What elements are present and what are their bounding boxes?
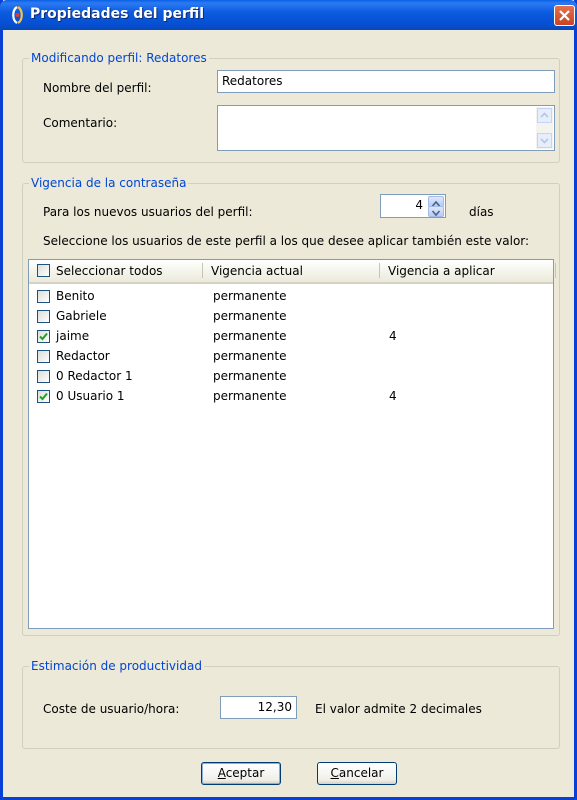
instruction-text: Seleccione los usuarios de este perfil a… [43,234,530,248]
new-users-label: Para los nuevos usuarios del perfil: [43,205,253,219]
profile-group-legend: Modificando perfil: Redatores [31,51,207,65]
cost-label: Coste de usuario/hora: [43,702,180,716]
chevron-down-icon [540,138,549,144]
comment-label: Comentario: [43,116,118,130]
user-name: 0 Usuario 1 [56,389,125,403]
user-apply-validity: 4 [389,389,397,403]
comment-textarea[interactable] [217,105,555,151]
cost-input[interactable]: 12,30 [220,696,297,719]
user-apply-validity: 4 [389,329,397,343]
check-icon [39,392,48,401]
list-header: Seleccionar todos Vigencia actual Vigenc… [29,260,556,284]
cost-hint: El valor admite 2 decimales [315,702,482,716]
cancel-label: ancelar [338,766,384,780]
stepper-down-button[interactable] [428,206,444,217]
arrow-down-icon [431,210,441,217]
profile-name-label: Nombre del perfil: [43,81,152,95]
list-item[interactable]: jaime permanente 4 [29,327,553,347]
user-current-validity: permanente [213,349,287,363]
dialog-window: Propiedades del perfil Modificando perfi… [0,0,577,800]
close-button[interactable] [554,5,575,26]
password-group-legend: Vigencia de la contraseña [31,176,187,190]
user-current-validity: permanente [213,329,287,343]
column-divider[interactable] [202,263,203,278]
user-name: jaime [56,329,90,343]
user-current-validity: permanente [213,389,287,403]
column-header-current[interactable]: Vigencia actual [211,264,303,278]
profile-name-input[interactable]: Redatores [217,70,555,93]
user-checkbox[interactable] [37,290,50,303]
user-checkbox[interactable] [37,390,50,403]
accept-button[interactable]: Aceptar [201,762,281,785]
user-name: Gabriele [56,309,107,323]
close-icon [559,10,570,21]
cancel-mnemonic: C [330,766,339,780]
list-item[interactable]: 0 Redactor 1 permanente [29,367,553,387]
comment-scrollbar[interactable] [536,107,553,149]
window-title: Propiedades del perfil [30,6,205,22]
list-item[interactable]: Gabriele permanente [29,307,553,327]
days-value: 4 [415,198,423,212]
users-list[interactable]: Seleccionar todos Vigencia actual Vigenc… [28,259,556,629]
user-name: Redactor [56,349,110,363]
user-checkbox[interactable] [37,310,50,323]
column-divider[interactable] [555,263,556,278]
days-unit-label: días [469,205,494,219]
select-all-checkbox[interactable] [37,264,50,277]
user-checkbox[interactable] [37,330,50,343]
column-divider[interactable] [379,263,380,278]
user-current-validity: permanente [213,309,287,323]
user-current-validity: permanente [213,289,287,303]
cancel-button[interactable]: Cancelar [317,762,397,785]
column-header-apply[interactable]: Vigencia a aplicar [388,264,495,278]
column-header-select-all[interactable]: Seleccionar todos [56,264,163,278]
user-current-validity: permanente [213,369,287,383]
scroll-down-button[interactable] [537,133,552,148]
list-item[interactable]: 0 Usuario 1 permanente 4 [29,387,553,407]
user-name: 0 Redactor 1 [56,369,133,383]
scroll-up-button[interactable] [537,108,552,123]
accept-mnemonic: A [217,766,226,780]
productivity-group-legend: Estimación de productividad [31,659,202,673]
check-icon [39,332,48,341]
user-checkbox[interactable] [37,350,50,363]
accept-label: ceptar [225,766,265,780]
app-icon [8,6,26,24]
user-checkbox[interactable] [37,370,50,383]
chevron-up-icon [540,112,549,118]
days-stepper[interactable]: 4 [380,194,446,218]
list-item[interactable]: Redactor permanente [29,347,553,367]
list-item[interactable]: Benito permanente [29,287,553,307]
title-bar[interactable]: Propiedades del perfil [0,0,577,30]
user-name: Benito [56,289,95,303]
